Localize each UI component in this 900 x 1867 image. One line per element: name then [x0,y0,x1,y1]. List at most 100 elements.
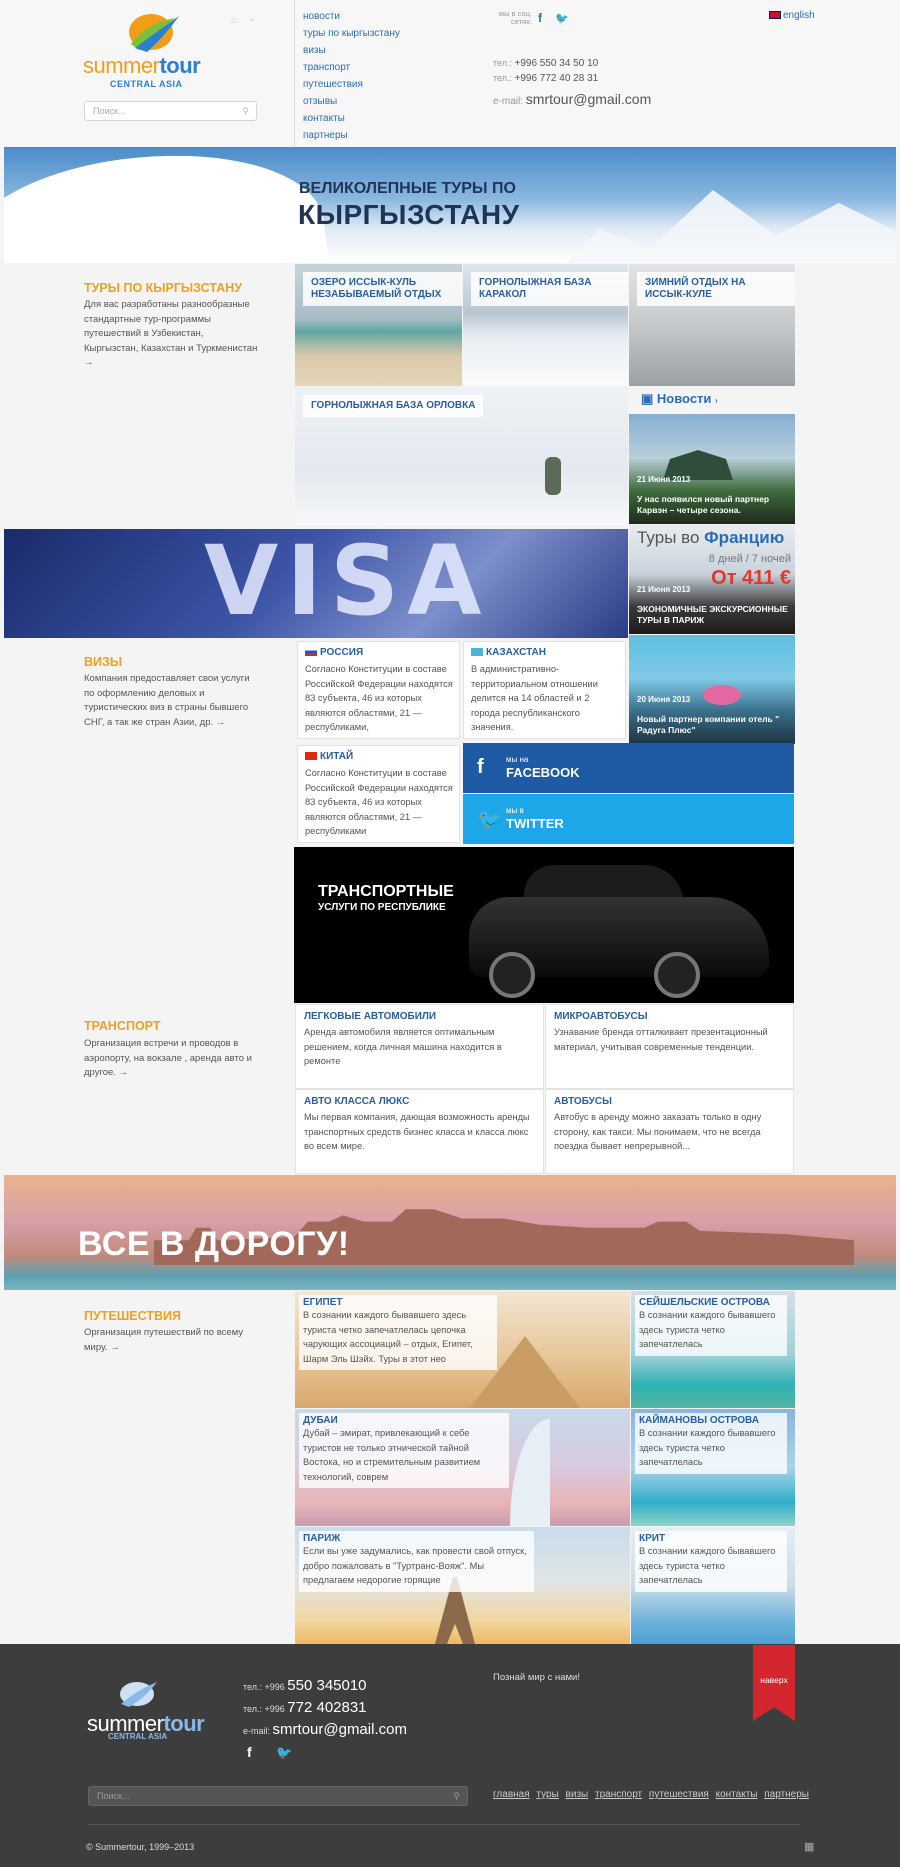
transport-luxury[interactable]: АВТО КЛАССА ЛЮКС Мы первая компания, даю… [295,1089,544,1174]
nav-item-travel[interactable]: путешествия [303,78,400,95]
travel-title[interactable]: ПУТЕШЕСТВИЯ [84,1309,181,1323]
hero-mountains-right [524,190,896,263]
dest-egypt[interactable]: ЕГИПЕТ В сознании каждого бывавшего здесь… [295,1291,630,1408]
transport-cell-title: АВТО КЛАССА ЛЮКС [304,1096,410,1107]
transport-cell-title: АВТОБУСЫ [554,1096,612,1107]
promo-duration: 8 дней / 7 ночей [708,553,791,565]
snowboarder [545,457,561,495]
footer-link-tours[interactable]: туры [536,1789,558,1800]
footer-links: главная туры визы транспорт путешествия … [493,1789,813,1800]
header: summertour CENTRAL ASIA Поиск... ⚲ ⌂ ◔ но… [0,0,900,147]
news-card[interactable]: 20 Июня 2013 Новый партнер компании отел… [629,635,795,744]
tile-winter-issyk-kul[interactable]: ЗИМНИЙ ОТДЫХ НА ИССЫК-КУЛЕ [629,264,795,386]
footer-link-transport[interactable]: транспорт [595,1789,642,1800]
footer-link-visas[interactable]: визы [566,1789,589,1800]
twitter-icon: 🐦 [477,809,502,831]
footer-email-link[interactable]: smrtour@gmail.com [273,1721,407,1738]
phone2-label: тел.: [493,73,512,83]
footer-link-travel[interactable]: путешествия [649,1789,709,1800]
nav-item-contacts[interactable]: контакты [303,112,400,129]
travel-banner[interactable]: ВСЕ В ДОРОГУ! [4,1175,896,1290]
dest-title: СЕЙШЕЛЬСКИЕ ОСТРОВА [639,1297,770,1308]
twitter-small: мы в [506,806,524,815]
hero-banner[interactable]: ВЕЛИКОЛЕПНЫЕ ТУРЫ ПО КЫРГЫЗСТАНУ [4,147,896,263]
country-china[interactable]: КИТАЙ Согласно Конституции в составе Рос… [297,745,460,843]
footer-search-input[interactable]: Поиск... ⚲ [88,1786,468,1806]
news-card[interactable]: Туры во Францию 8 дней / 7 ночей От 411 … [629,525,795,634]
nav-item-tours[interactable]: туры по кыргызстану [303,27,400,44]
dest-title: ПАРИЖ [303,1533,341,1544]
tile-issyk-kul[interactable]: ОЗЕРО ИССЫК-КУЛЬ НЕЗАБЫВАЕМЫЙ ОТДЫХ [295,264,462,386]
language-switch[interactable]: english [769,10,815,21]
china-flag-icon [305,752,317,760]
search-icon[interactable]: ⚲ [453,1791,460,1802]
footer-facebook-icon[interactable]: f [247,1744,252,1760]
logo[interactable]: summertour [83,53,201,78]
nav-item-visas[interactable]: визы [303,44,400,61]
facebook-label: FACEBOOK [506,765,580,780]
twitter-button[interactable]: 🐦 мы в TWITTER [463,794,794,844]
dest-cayman[interactable]: КАЙМАНОВЫ ОСТРОВА В сознании каждого быва… [631,1409,795,1526]
dest-crete[interactable]: КРИТ В сознании каждого бывавшего здесь т… [631,1527,795,1644]
transport-banner[interactable]: ТРАНСПОРТНЫЕ УСЛУГИ ПО РЕСПУБЛИКЕ [294,847,794,1003]
dest-dubai[interactable]: ДУБАИ Дубай – эмират, привлекающий к себе… [295,1409,630,1526]
footer-twitter-icon[interactable]: 🐦 [276,1745,292,1761]
transport-cell-title: МИКРОАВТОБУСЫ [554,1011,648,1022]
facebook-small: мы на [506,755,529,764]
language-label: english [783,10,815,21]
transport-cell-text: Мы первая компания, дающая возможность а… [304,1112,530,1151]
nav-item-transport[interactable]: транспорт [303,61,400,78]
news-card[interactable]: 21 Июня 2013 У нас появился новый партне… [629,414,795,524]
nav-item-reviews[interactable]: отзывы [303,95,400,112]
dest-text: В сознании каждого бывавшего здесь турис… [303,1310,473,1364]
news-header[interactable]: ▣ Новости › [641,391,718,407]
tile-label: ОЗЕРО ИССЫК-КУЛЬ НЕЗАБЫВАЕМЫЙ ОТДЫХ [303,272,462,306]
country-kazakhstan[interactable]: КАЗАХСТАН В административно-территориаль… [463,641,626,739]
news-text: Новый партнер компании отель " Радуга Пл… [637,714,780,735]
search-input[interactable]: Поиск... ⚲ [84,101,257,121]
country-name: РОССИЯ [320,647,364,658]
nav-item-partners[interactable]: партнеры [303,129,400,146]
footer-logo-tour: tour [163,1711,205,1736]
dest-text: Если вы уже задумались, как провести сво… [303,1546,527,1585]
uk-flag-icon [769,11,781,19]
tile-label: ЗИМНИЙ ОТДЫХ НА ИССЫК-КУЛЕ [637,272,795,306]
facebook-button[interactable]: f мы на FACEBOOK [463,743,794,793]
footer-link-contacts[interactable]: контакты [716,1789,758,1800]
search-placeholder: Поиск... [93,106,126,116]
footer-email: e-mail: smrtour@gmail.com [243,1721,407,1738]
facebook-icon: f [477,756,484,778]
footer-link-partners[interactable]: партнеры [764,1789,809,1800]
twitter-icon[interactable]: 🐦 [555,12,569,25]
transport-title[interactable]: ТРАНСПОРТ [84,1019,160,1033]
rss-icon[interactable]: ◔ [248,15,258,25]
dest-seychelles[interactable]: СЕЙШЕЛЬСКИЕ ОСТРОВА В сознании каждого бы… [631,1291,795,1408]
search-icon[interactable]: ⚲ [242,106,249,117]
transport-cars[interactable]: ЛЕГКОВЫЕ АВТОМОБИЛИ Аренда автомобиля яв… [295,1004,544,1089]
transport-buses[interactable]: АВТОБУСЫ Автобус в аренду можно заказать… [545,1089,794,1174]
tours-title[interactable]: ТУРЫ ПО КЫРГЫЗСТАНУ [84,281,242,295]
news-text: ЭКОНОМИЧНЫЕ ЭКСКУРСИОННЫЕ ТУРЫ В ПАРИЖ [637,604,788,625]
dest-title: КРИТ [639,1533,666,1544]
tile-orlovka[interactable]: ГОРНОЛЫЖНАЯ БАЗА ОРЛОВКА [295,387,628,525]
visa-banner[interactable]: VISA [4,529,628,638]
twitter-label: TWITTER [506,816,564,831]
dest-paris[interactable]: ПАРИЖ Если вы уже задумались, как провест… [295,1527,630,1644]
email-link[interactable]: smrtour@gmail.com [526,91,651,107]
transport-minibuses[interactable]: МИКРОАВТОБУСЫ Узнавание бренда отталкива… [545,1004,794,1089]
home-icon[interactable]: ⌂ [231,15,241,26]
footer-link-home[interactable]: главная [493,1789,530,1800]
nav-item-news[interactable]: новости [303,10,400,27]
grid-icon[interactable]: ▦ [804,1840,814,1853]
news-date: 20 Июня 2013 [637,695,691,704]
transport-banner-subtitle: УСЛУГИ ПО РЕСПУБЛИКЕ [318,902,446,913]
logo-word-tour: tour [159,53,201,78]
transport-banner-title: ТРАНСПОРТНЫЕ [318,883,454,900]
tile-karakol[interactable]: ГОРНОЛЫЖНАЯ БАЗА КАРАКОЛ [463,264,628,386]
dest-text: В сознании каждого бывавшего здесь турис… [639,1310,776,1349]
visa-title[interactable]: ВИЗЫ [84,655,122,669]
country-russia[interactable]: РОССИЯ Согласно Конституции в составе Ро… [297,641,460,739]
promo-title: Туры во Францию [637,528,785,547]
facebook-icon[interactable]: f [538,11,542,25]
tile-label: ГОРНОЛЫЖНАЯ БАЗА КАРАКОЛ [471,272,628,306]
